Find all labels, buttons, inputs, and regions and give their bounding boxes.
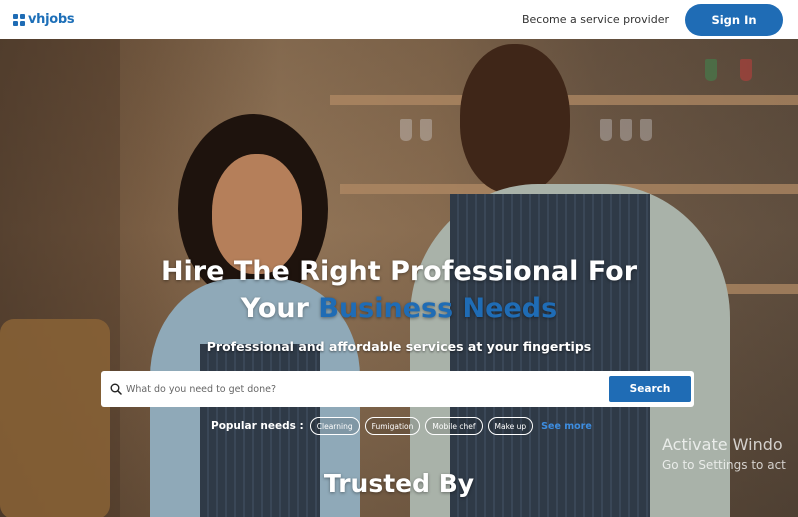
popular-chip-fumigation[interactable]: Fumigation	[364, 417, 421, 435]
popular-chip-mobile-chef[interactable]: Mobile chef	[425, 417, 483, 435]
become-provider-link[interactable]: Become a service provider	[522, 13, 669, 26]
sign-in-button[interactable]: Sign In	[685, 3, 783, 36]
popular-chip-make-up[interactable]: Make up	[487, 417, 534, 435]
popular-needs: Popular needs : Clearning Fumigation Mob…	[211, 417, 592, 435]
windows-activation-watermark: Activate Windo Go to Settings to act	[662, 435, 786, 472]
background-glass	[740, 59, 752, 81]
search-icon	[110, 383, 122, 395]
logo-mark-icon	[13, 13, 25, 26]
watermark-line1: Activate Windo	[662, 435, 783, 454]
hero-title-line2-plain: Your	[240, 293, 319, 324]
search-button[interactable]: Search	[609, 376, 691, 402]
hero-title-line2-accent: Business Needs	[318, 293, 558, 324]
search-bar: Search	[101, 371, 694, 407]
hero-title: Hire The Right Professional For Your Bus…	[0, 253, 798, 327]
hero-title-line1: Hire The Right Professional For	[160, 256, 638, 287]
watermark-line2: Go to Settings to act	[662, 458, 786, 472]
trusted-by-heading: Trusted By	[323, 469, 475, 498]
logo-text: vhjobs	[28, 12, 75, 27]
header-actions: Become a service provider Sign In	[522, 3, 783, 36]
search-input[interactable]	[126, 383, 609, 395]
logo[interactable]: vhjobs	[12, 12, 75, 27]
popular-needs-label: Popular needs :	[211, 420, 304, 432]
see-more-link[interactable]: See more	[541, 421, 592, 432]
popular-chip-cleaning[interactable]: Clearning	[309, 417, 360, 435]
hero-subtitle: Professional and affordable services at …	[206, 339, 592, 354]
top-navbar: vhjobs Become a service provider Sign In	[0, 0, 798, 39]
